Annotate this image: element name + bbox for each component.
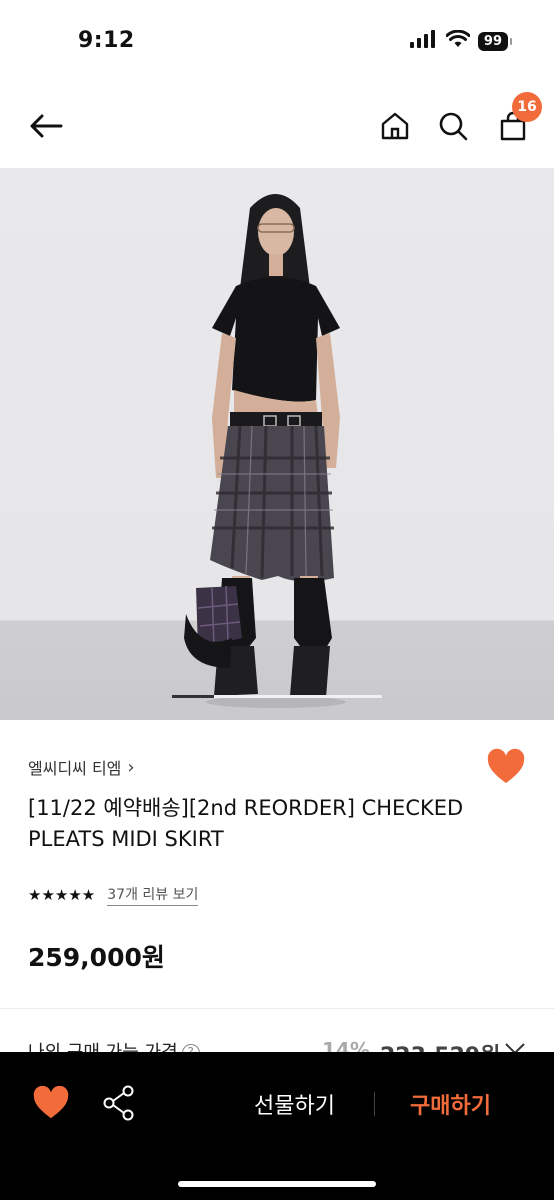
star-rating: ★★★★★ [28,886,96,904]
home-button[interactable] [376,106,414,146]
brand-link[interactable]: 엘씨디씨 티엠 › [28,755,135,779]
share-button[interactable] [102,1084,136,1122]
product-image[interactable] [0,168,554,720]
chevron-right-icon: › [127,756,135,778]
product-photo [184,194,346,708]
status-time: 9:12 [78,28,135,53]
product-price: 259,000원 [28,943,165,972]
divider [374,1092,375,1116]
status-icons: 99 [409,29,513,52]
buy-button[interactable]: 구매하기 [410,1088,491,1120]
brand-name: 엘씨디씨 티엠 [28,759,122,778]
back-button[interactable] [26,106,66,146]
heart-icon [33,1085,69,1119]
carousel-progress [172,695,214,698]
divider [0,1008,554,1009]
gift-button[interactable]: 선물하기 [254,1088,335,1120]
rating-row: ★★★★★ 37개 리뷰 보기 [28,884,199,906]
wishlist-button[interactable] [486,748,526,788]
cart-count-badge: 16 [512,92,542,122]
nav-bar [0,84,554,168]
signal-icon [409,30,438,52]
review-link[interactable]: 37개 리뷰 보기 [107,884,199,906]
bottom-action-bar: 선물하기 구매하기 [0,1052,554,1200]
search-icon [439,112,468,141]
carousel-indicator [172,695,382,698]
home-icon [381,112,409,140]
bottom-wishlist-button[interactable] [32,1085,70,1122]
heart-icon [487,748,525,783]
share-icon [103,1085,134,1121]
battery-icon: 99 [477,31,513,51]
home-indicator [178,1181,376,1187]
status-bar: 9:12 99 [0,0,554,84]
search-button[interactable] [434,106,472,146]
product-title: [11/22 예약배송][2nd REORDER] CHECKED PLEATS… [28,796,464,851]
wifi-icon [445,29,471,52]
back-arrow-icon [30,114,63,138]
